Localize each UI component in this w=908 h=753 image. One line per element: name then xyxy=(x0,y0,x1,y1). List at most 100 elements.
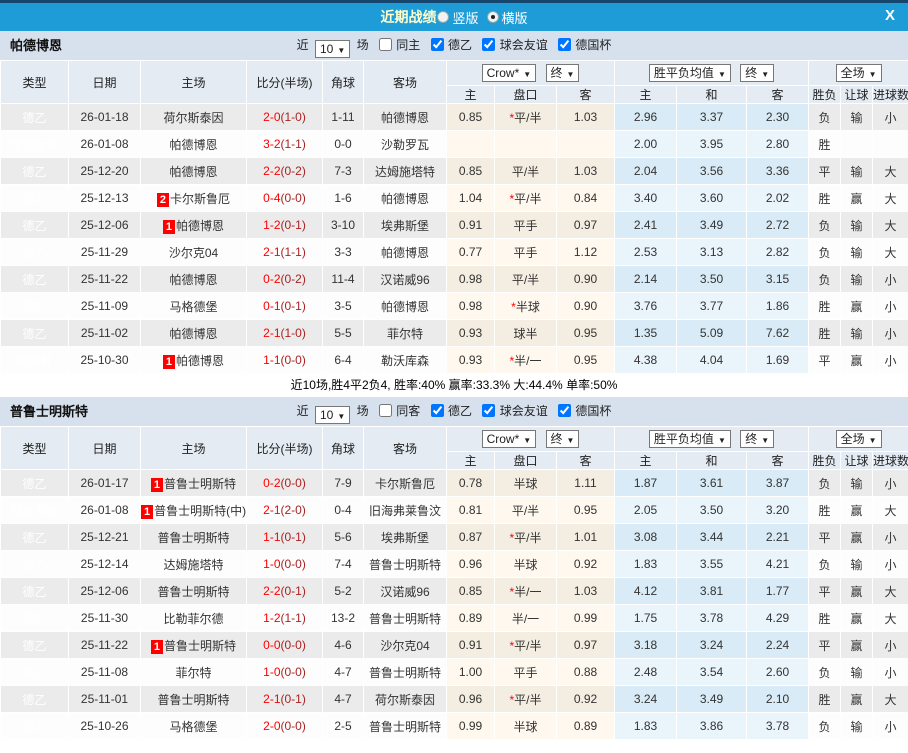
mean-home: 3.08 xyxy=(614,523,678,551)
close-icon[interactable]: X xyxy=(881,7,899,24)
fulltime-score: 1-2 xyxy=(263,611,281,625)
vertical-layout-label[interactable]: 竖版 xyxy=(452,8,478,27)
handicap-cell: 半球 xyxy=(494,469,557,497)
chevron-down-icon: ▼ xyxy=(523,70,532,79)
odds-home: 0.96 xyxy=(446,685,495,713)
corner-cell: 13-2 xyxy=(322,604,364,632)
friendly-checkbox[interactable] xyxy=(482,38,496,51)
mean-away: 1.77 xyxy=(746,577,810,605)
odds-away: 0.89 xyxy=(555,712,616,740)
vertical-layout-radio[interactable] xyxy=(437,11,450,23)
sub-col-mean-home: 主 xyxy=(614,451,678,470)
mean-select[interactable]: 胜平负均值 ▼ xyxy=(648,64,731,82)
friendly-checkbox[interactable] xyxy=(482,404,496,417)
handicap-cell: *平/半 xyxy=(494,631,557,659)
mean-home: 2.96 xyxy=(614,103,678,131)
sub-col-goals: 进球数 xyxy=(872,451,908,470)
games-label: 场 xyxy=(356,38,369,52)
away-team-name: 普鲁士明斯特 xyxy=(368,557,441,572)
fulltime-score: 0-1 xyxy=(263,299,281,313)
final-select[interactable]: 终 ▼ xyxy=(545,430,580,448)
odds-home: 0.77 xyxy=(446,238,495,266)
matches-count-select[interactable]: 10 ▼ xyxy=(314,406,351,424)
horizontal-layout-radio[interactable] xyxy=(486,11,499,23)
mean-home: 3.18 xyxy=(614,631,678,659)
home-team-name: 沙尔克04 xyxy=(168,245,219,260)
odds-home: 0.93 xyxy=(446,319,495,347)
mean-draw: 3.56 xyxy=(676,157,748,185)
league2-checkbox[interactable] xyxy=(430,404,444,417)
score-cell: 1-2(0-1) xyxy=(246,211,323,239)
crow-select[interactable]: Crow* ▼ xyxy=(481,64,537,82)
table-row: 德乙 25-11-30 比勒菲尔德 1-2(1-1) 13-2 普鲁士明斯特 0… xyxy=(0,604,908,632)
fulltime-score: 2-2 xyxy=(263,164,281,178)
final-select-2[interactable]: 终 ▼ xyxy=(740,430,775,448)
mean-draw: 3.49 xyxy=(676,211,748,239)
match-date: 25-12-21 xyxy=(68,523,141,551)
match-date: 25-10-30 xyxy=(68,346,141,374)
corner-cell: 7-9 xyxy=(322,469,364,497)
handicap-text: 平/半 xyxy=(511,272,540,287)
sub-col-mean-away: 客 xyxy=(746,85,810,104)
score-cell: 0-1(0-1) xyxy=(246,292,323,320)
result-wdl: 平 xyxy=(808,631,842,659)
odds-home: 0.81 xyxy=(446,496,495,524)
handicap-cell: 半球 xyxy=(494,550,557,578)
summary-part: 单率: xyxy=(562,378,594,392)
cup-checkbox[interactable] xyxy=(558,404,572,417)
odds-home: 0.78 xyxy=(446,469,495,497)
score-cell: 1-2(1-1) xyxy=(246,604,323,632)
mean-select[interactable]: 胜平负均值 ▼ xyxy=(648,430,731,448)
odds-home: 0.85 xyxy=(446,103,495,131)
result-wdl: 负 xyxy=(808,238,842,266)
home-team-name: 菲尔特 xyxy=(175,665,212,680)
cup-checkbox[interactable] xyxy=(558,38,572,51)
fullgame-select[interactable]: 全场 ▼ xyxy=(835,64,882,82)
horizontal-layout-label[interactable]: 横版 xyxy=(502,8,528,27)
final-select[interactable]: 终 ▼ xyxy=(545,64,580,82)
corner-cell: 7-3 xyxy=(322,157,364,185)
team-name: 普鲁士明斯特 xyxy=(10,404,89,419)
match-date: 25-11-22 xyxy=(68,631,141,659)
league-badge: 德乙 xyxy=(0,685,69,713)
match-date: 25-11-09 xyxy=(68,292,141,320)
col-away: 客场 xyxy=(363,426,447,470)
result-handicap xyxy=(840,130,874,158)
title-bar: 近期战绩 竖版 横版 X xyxy=(0,3,908,31)
handicap-text: 平手 xyxy=(513,245,538,260)
away-team-cell: 卡尔斯鲁厄 xyxy=(363,469,447,497)
sub-col-wdl: 胜负 xyxy=(808,451,842,470)
red-card-badge: 1 xyxy=(162,219,176,234)
matches-count-select[interactable]: 10 ▼ xyxy=(314,40,351,58)
result-goals: 大 xyxy=(872,604,908,632)
mean-away: 2.10 xyxy=(746,685,810,713)
league2-checkbox[interactable] xyxy=(430,38,444,51)
sub-col-handicap: 盘口 xyxy=(494,85,557,104)
fullgame-select[interactable]: 全场 ▼ xyxy=(835,430,882,448)
score-cell: 0-2(0-2) xyxy=(246,265,323,293)
odds-home: 1.00 xyxy=(446,658,495,686)
result-goals: 大 xyxy=(872,157,908,185)
mean-away: 3.36 xyxy=(746,157,810,185)
result-handicap: 赢 xyxy=(840,685,874,713)
home-team-name: 帕德博恩 xyxy=(169,272,218,287)
halftime-score: (2-0) xyxy=(280,503,306,517)
summary-part: 50% xyxy=(593,378,618,392)
table-row: 德乙 25-10-26 马格德堡 2-0(0-0) 2-5 普鲁士明斯特 0.9… xyxy=(0,712,908,740)
same-home-checkbox[interactable] xyxy=(378,38,392,51)
mean-away: 4.29 xyxy=(746,604,810,632)
crow-select[interactable]: Crow* ▼ xyxy=(481,430,537,448)
handicap-cell xyxy=(494,130,557,158)
mean-draw: 3.95 xyxy=(676,130,748,158)
mean-away: 2.02 xyxy=(746,184,810,212)
sub-col-wdl: 胜负 xyxy=(808,85,842,104)
halftime-score: (0-2) xyxy=(280,164,306,178)
mean-draw: 4.04 xyxy=(676,346,748,374)
handicap-cell: *半/一 xyxy=(494,577,557,605)
mean-home: 4.12 xyxy=(614,577,678,605)
final-select-2[interactable]: 终 ▼ xyxy=(740,64,775,82)
fulltime-score: 2-1 xyxy=(263,326,281,340)
halftime-score: (0-0) xyxy=(280,191,306,205)
red-card-badge: 1 xyxy=(150,477,164,492)
same-away-checkbox[interactable] xyxy=(378,404,392,417)
